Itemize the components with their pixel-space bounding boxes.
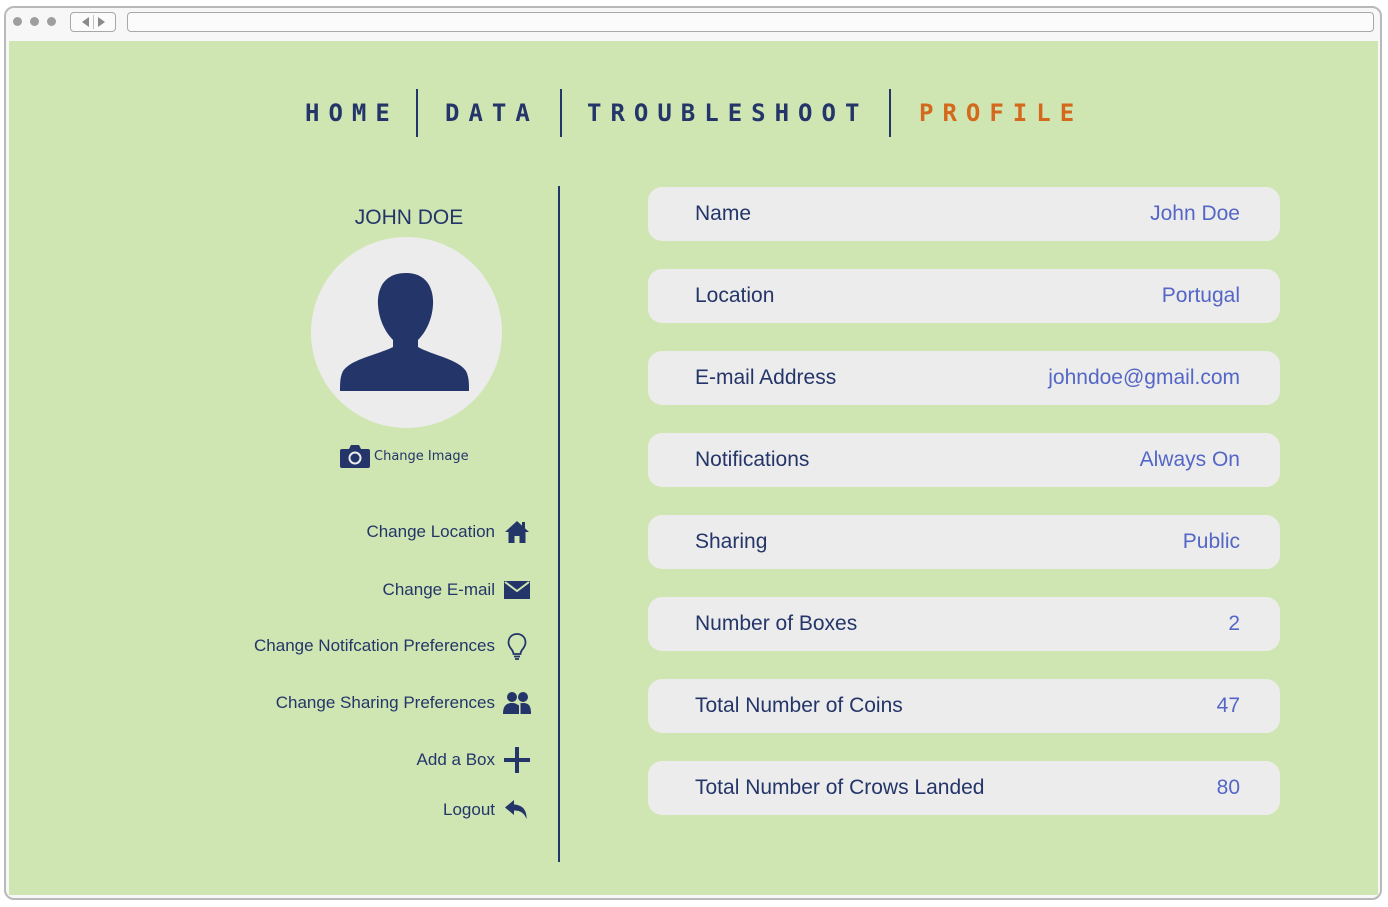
change-email-button[interactable]: Change E-mail (383, 576, 531, 604)
change-sharing-preferences-button[interactable]: Change Sharing Preferences (276, 689, 531, 717)
detail-value: 47 (1216, 694, 1240, 717)
detail-label: Number of Boxes (695, 612, 858, 635)
change-location-button[interactable]: Change Location (366, 518, 531, 546)
camera-icon (340, 445, 370, 468)
detail-label: Total Number of Coins (695, 694, 903, 717)
lightbulb-icon (503, 632, 531, 660)
detail-label: Notifications (695, 448, 810, 471)
nav-button-divider (93, 15, 94, 29)
nav-separator (560, 89, 562, 137)
nav-home[interactable]: HOME (305, 99, 399, 127)
nav-separator (416, 89, 418, 137)
action-label: Change E-mail (382, 580, 495, 599)
browser-chrome (6, 8, 1380, 40)
profile-display-name: JOHN DOE (354, 206, 464, 229)
detail-row-name: Name John Doe (648, 187, 1280, 241)
user-silhouette-icon (340, 273, 469, 391)
detail-row-coins: Total Number of Coins 47 (648, 679, 1280, 733)
browser-window: HOME DATA TROUBLESHOOT PROFILE JOHN DOE … (4, 6, 1382, 900)
window-dot-icon (13, 17, 22, 26)
nav-separator (889, 89, 891, 137)
history-nav-buttons (70, 12, 116, 32)
detail-label: Sharing (695, 530, 768, 553)
change-image-button[interactable]: Change Image (340, 443, 469, 469)
forward-arrow-icon[interactable] (98, 17, 105, 27)
detail-value: Portugal (1161, 284, 1240, 307)
detail-label: Total Number of Crows Landed (695, 776, 985, 799)
reply-icon (503, 796, 531, 824)
action-label: Change Location (366, 522, 495, 541)
nav-data[interactable]: DATA (445, 99, 539, 127)
window-dot-icon (30, 17, 39, 26)
home-icon (503, 518, 531, 546)
detail-label: E-mail Address (695, 366, 837, 389)
avatar (311, 237, 502, 428)
detail-row-crows: Total Number of Crows Landed 80 (648, 761, 1280, 815)
address-bar[interactable] (127, 12, 1374, 32)
detail-value: John Doe (1150, 202, 1240, 225)
change-image-label: Change Image (374, 448, 469, 464)
detail-row-location: Location Portugal (648, 269, 1280, 323)
detail-label: Name (695, 202, 752, 225)
action-label: Logout (443, 800, 495, 819)
users-icon (503, 689, 531, 717)
detail-value: Public (1182, 530, 1240, 553)
detail-label: Location (695, 284, 775, 307)
action-label: Change Notifcation Preferences (254, 636, 495, 655)
action-label: Change Sharing Preferences (275, 693, 495, 712)
detail-value: 2 (1228, 612, 1240, 635)
back-arrow-icon[interactable] (82, 17, 89, 27)
detail-value: 80 (1216, 776, 1240, 799)
detail-row-boxes: Number of Boxes 2 (648, 597, 1280, 651)
detail-value: johndoe@gmail.com (1048, 366, 1240, 389)
envelope-icon (503, 576, 531, 604)
detail-row-email: E-mail Address johndoe@gmail.com (648, 351, 1280, 405)
page-content: HOME DATA TROUBLESHOOT PROFILE JOHN DOE … (9, 41, 1378, 895)
plus-icon (503, 746, 531, 774)
action-label: Add a Box (416, 750, 495, 769)
nav-troubleshoot[interactable]: TROUBLESHOOT (587, 99, 868, 127)
window-dot-icon (47, 17, 56, 26)
change-notification-preferences-button[interactable]: Change Notifcation Preferences (254, 632, 531, 660)
add-box-button[interactable]: Add a Box (417, 746, 531, 774)
detail-row-notifications: Notifications Always On (648, 433, 1280, 487)
detail-row-sharing: Sharing Public (648, 515, 1280, 569)
panel-divider (558, 186, 560, 862)
detail-value: Always On (1139, 448, 1240, 471)
logout-button[interactable]: Logout (443, 796, 531, 824)
top-nav: HOME DATA TROUBLESHOOT PROFILE (9, 89, 1378, 137)
nav-profile[interactable]: PROFILE (919, 99, 1083, 127)
